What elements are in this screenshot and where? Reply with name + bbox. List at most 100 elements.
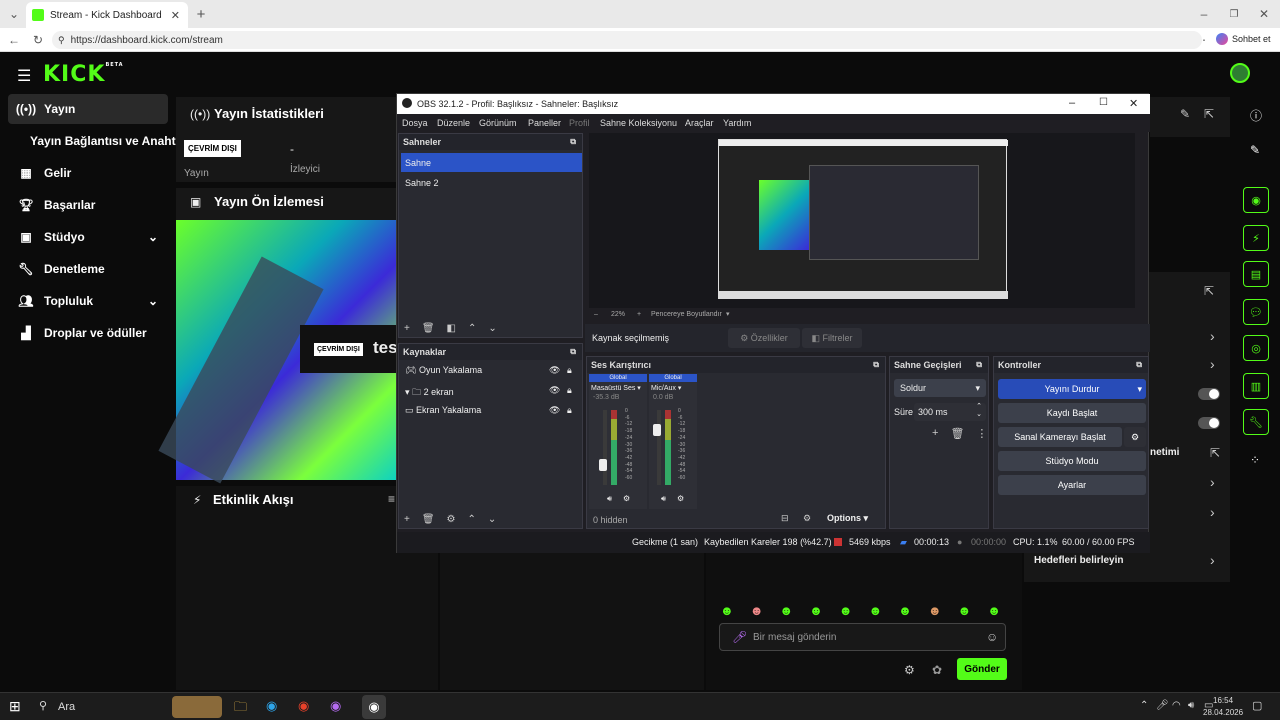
camera-icon[interactable]: ◉	[1243, 187, 1269, 213]
close-window-icon[interactable]: ✕	[1256, 6, 1272, 22]
close-icon[interactable]: ✕	[1129, 97, 1138, 110]
move-up-icon[interactable]: ⌃	[468, 514, 476, 525]
chevron-right-icon[interactable]: ›	[1210, 474, 1215, 490]
new-tab-icon[interactable]: +	[193, 6, 209, 23]
external-link-icon[interactable]: ⇱	[1210, 446, 1220, 460]
menu-scene-collection[interactable]: Sahne Koleksiyonu	[600, 118, 677, 128]
url-field[interactable]: ⚲ https://dashboard.kick.com/stream	[52, 31, 1202, 49]
move-down-icon[interactable]: ⌄	[488, 323, 496, 334]
zoom-in-icon[interactable]: +	[637, 311, 641, 318]
lock-icon[interactable]: 🔒︎	[567, 365, 572, 376]
refresh-icon[interactable]: ↻	[30, 32, 46, 48]
chat-icon[interactable]: 💬︎	[1243, 299, 1269, 325]
mixer-settings-icon[interactable]: ⚙	[623, 494, 630, 503]
studio-mode-button[interactable]: Stüdyo Modu	[998, 451, 1146, 471]
mic-icon[interactable]: 🎤︎	[732, 630, 747, 644]
chevron-right-icon[interactable]: ›	[1210, 504, 1215, 520]
close-tab-icon[interactable]: ✕	[171, 9, 180, 22]
chevron-right-icon[interactable]: ›	[1210, 328, 1215, 344]
speaker-icon[interactable]: 🔊︎	[607, 494, 612, 504]
add-icon[interactable]: +	[404, 323, 410, 334]
restore-icon[interactable]: ❐	[1226, 6, 1242, 22]
tab-list-icon[interactable]: ⌄	[6, 6, 22, 22]
windows-start-icon[interactable]: ⊞	[9, 698, 21, 715]
browser-tab[interactable]: Stream - Kick Dashboard ✕	[26, 2, 188, 28]
channel-name-row[interactable]: Masaüstü Ses ▾	[589, 382, 647, 394]
wrench-icon[interactable]: 🔧︎	[1243, 409, 1269, 435]
menu-file[interactable]: Dosya	[402, 118, 428, 128]
zoom-out-icon[interactable]: –	[594, 311, 598, 318]
channel-name-row[interactable]: Mic/Aux ▾	[649, 382, 697, 394]
filter-icon[interactable]: ≡	[388, 492, 395, 506]
move-up-icon[interactable]: ⌃	[468, 323, 476, 334]
emote-icon[interactable]: ☻	[928, 603, 942, 618]
lightning-icon[interactable]: ⚡︎	[1243, 225, 1269, 251]
emote-icon[interactable]: ☻	[868, 603, 882, 618]
emote-icon[interactable]: ☻	[720, 603, 734, 618]
emote-icon[interactable]: ☻	[779, 603, 793, 618]
sidebar-item-studyo[interactable]: ▣ Stüdyo ⌄	[8, 222, 168, 252]
chevron-right-icon[interactable]: ›	[1210, 552, 1215, 568]
sidebar-item-droplar[interactable]: ▟ Droplar ve ödüller	[8, 318, 168, 348]
mixer-settings-icon[interactable]: ⚙	[677, 494, 684, 503]
more-icon[interactable]: ⋮	[976, 427, 987, 440]
menu-view[interactable]: Görünüm	[479, 118, 517, 128]
popout-icon[interactable]: ⇱	[1204, 284, 1214, 298]
trash-icon[interactable]: 🗑︎	[422, 323, 435, 334]
source-item[interactable]: ▾ 🗀 2 ekran 👁︎ 🔒︎	[405, 385, 580, 401]
expand-icon[interactable]: ▾	[405, 387, 410, 397]
shield-icon[interactable]: ✿	[932, 663, 942, 677]
copilot-chat-button[interactable]: Sohbet et	[1216, 33, 1271, 45]
add-icon[interactable]: +	[932, 427, 938, 440]
search-icon[interactable]: ⚲	[39, 699, 47, 712]
apps-icon[interactable]: ⁘	[1250, 453, 1260, 467]
clock-time[interactable]: 16:54	[1213, 696, 1233, 705]
chrome-icon[interactable]: ◉	[298, 698, 309, 714]
add-icon[interactable]: +	[404, 514, 410, 525]
menu-help[interactable]: Yardım	[723, 118, 751, 128]
layout-icon[interactable]: ▥	[1243, 373, 1269, 399]
sidebar-item-denetleme[interactable]: 🔧︎ Denetleme	[8, 254, 168, 284]
eye-icon[interactable]: 👁︎	[549, 405, 560, 416]
filters-button[interactable]: ◧ Filtreler	[802, 328, 862, 348]
scene-item[interactable]: Sahne	[401, 153, 582, 172]
menu-profile[interactable]: Profil	[569, 118, 590, 128]
gear-icon[interactable]: ⚙	[1124, 427, 1146, 447]
undock-icon[interactable]: ⧉	[570, 347, 576, 357]
maximize-icon[interactable]: ☐	[1099, 97, 1108, 108]
sidebar-item-stream-key[interactable]: Yayın Bağlantısı ve Anahtarı	[30, 126, 190, 156]
minimize-icon[interactable]: –	[1196, 6, 1212, 22]
emote-icon[interactable]: ☻	[839, 603, 853, 618]
volume-icon[interactable]: 🔊︎	[1188, 700, 1194, 711]
undock-icon[interactable]: ⧉	[873, 360, 879, 370]
speaker-icon[interactable]: 🔊︎	[661, 494, 666, 504]
spinner-icon[interactable]: ⌃ ⌄	[976, 403, 982, 419]
trash-icon[interactable]: 🗑︎	[422, 514, 435, 525]
menu-docks[interactable]: Paneller	[528, 118, 561, 128]
transition-select[interactable]: Soldur ▾	[894, 379, 986, 397]
kick-logo[interactable]: KICKBETA	[43, 62, 124, 87]
emote-icon[interactable]: ☻	[958, 603, 972, 618]
back-icon[interactable]: ←	[6, 32, 22, 48]
broadcast-icon[interactable]: ◎	[1243, 335, 1269, 361]
sidebar-item-topluluk[interactable]: 👥︎ Topluluk ⌄	[8, 286, 168, 316]
wifi-icon[interactable]: ◠	[1172, 700, 1181, 711]
layout-icon[interactable]: ⊟	[781, 513, 789, 524]
virtual-camera-button[interactable]: Sanal Kamerayı Başlat	[998, 427, 1122, 447]
site-info-icon[interactable]: ⚲	[58, 35, 65, 46]
emote-icon[interactable]: ☻	[898, 603, 912, 618]
chat-input[interactable]: 🎤︎ Bir mesaj gönderin ☺	[719, 623, 1006, 651]
goals-label[interactable]: Hedefleri belirleyin	[1034, 555, 1123, 566]
chevron-down-icon[interactable]: ▾	[726, 310, 730, 318]
filter-icon[interactable]: ◧	[447, 323, 456, 334]
obs-preview-area[interactable]	[589, 133, 1135, 308]
stop-stream-button[interactable]: Yayını Durdur ▾	[998, 379, 1146, 399]
edit-icon[interactable]: ✎	[1250, 143, 1260, 157]
emoji-icon[interactable]: ☺	[986, 630, 998, 644]
duration-input[interactable]: 300 ms ⌃ ⌄	[914, 403, 986, 421]
toggle-switch[interactable]	[1198, 417, 1220, 429]
taskbar-search[interactable]: Ara	[58, 701, 75, 713]
hamburger-menu-icon[interactable]: ☰	[17, 66, 31, 86]
sidebar-item-gelir[interactable]: ▦ Gelir	[8, 158, 168, 188]
menu-tools[interactable]: Araçlar	[685, 118, 714, 128]
